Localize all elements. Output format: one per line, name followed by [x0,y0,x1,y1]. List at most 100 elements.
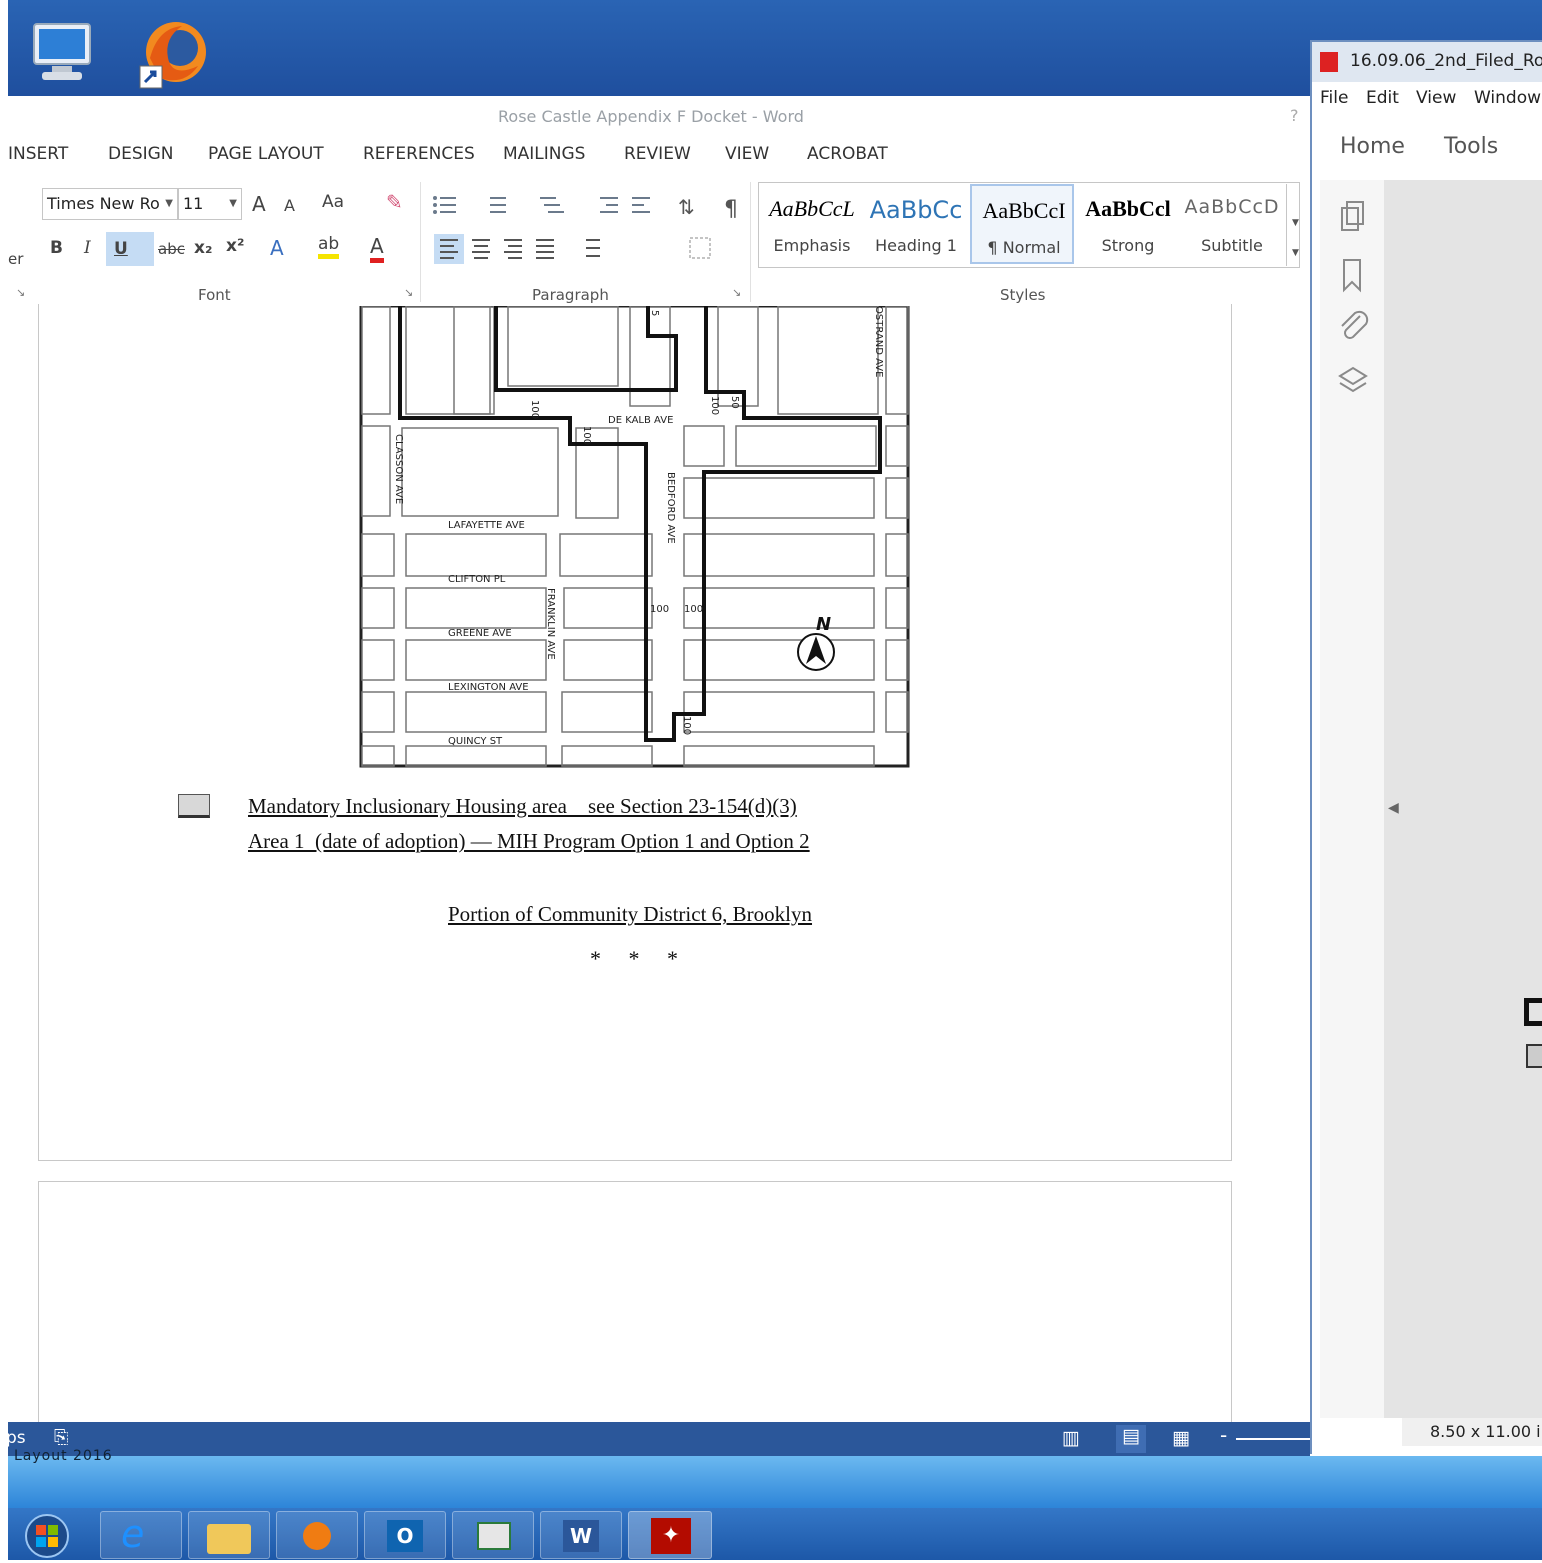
section-stars: * * * [590,946,678,971]
taskbar-word[interactable]: W [540,1511,622,1559]
app-icon [477,1522,511,1550]
print-layout-icon[interactable]: ▤ [1116,1425,1146,1453]
nav-home[interactable]: Home [1340,134,1405,159]
paragraph-launcher-icon[interactable]: ↘ [732,286,741,299]
menu-edit[interactable]: Edit [1366,88,1399,108]
tab-acrobat[interactable]: ACROBAT [807,144,888,164]
tab-references[interactable]: REFERENCES [363,144,475,164]
change-case-button[interactable]: Aa [322,192,344,212]
svg-text:FRANKLIN AVE: FRANKLIN AVE [545,588,556,660]
style-name: Emphasis [773,236,851,255]
pdf-content-fragment [1526,1044,1542,1068]
style-name: Strong [1101,236,1155,255]
highlight-button[interactable]: ab [318,234,340,259]
nav-tools[interactable]: Tools [1444,134,1498,159]
font-color-button[interactable]: A [370,234,384,263]
italic-button[interactable]: I [84,238,91,258]
tab-insert[interactable]: INSERT [8,144,68,164]
svg-text:LAFAYETTE AVE: LAFAYETTE AVE [448,520,525,531]
desktop-wallpaper-band: Layout 2016 [0,1448,1542,1508]
style-name: ¶ Normal [987,238,1061,257]
taskbar-internet-explorer[interactable]: e [100,1511,182,1559]
tab-view[interactable]: VIEW [725,144,769,164]
strikethrough-button[interactable]: abc [158,240,185,258]
tab-mailings[interactable]: MAILINGS [503,144,585,164]
acrobat-document-pane: ◀ [1384,180,1542,1418]
acrobat-nav: Home Tools [1320,114,1542,181]
taskbar-outlook[interactable]: O [364,1511,446,1559]
shrink-font-button[interactable]: A [284,196,295,215]
pdf-file-icon [1320,52,1338,72]
font-size-value: 11 [183,194,204,213]
tab-review[interactable]: REVIEW [624,144,691,164]
svg-text:QUINCY ST: QUINCY ST [448,736,503,747]
clipboard-launcher-icon[interactable]: ↘ [16,286,25,299]
word-title: Rose Castle Appendix F Docket - Word [498,107,804,126]
zoom-slider[interactable] [1236,1438,1310,1440]
font-launcher-icon[interactable]: ↘ [404,286,413,299]
more-styles-icon[interactable]: ▼ [1292,248,1299,258]
style-sample: AaBbCcl [1085,196,1171,221]
start-button[interactable] [18,1511,76,1559]
tab-design[interactable]: DESIGN [108,144,174,164]
clear-formatting-icon[interactable]: ✎ [386,190,403,214]
taskbar-explorer[interactable] [188,1511,270,1559]
subscript-button[interactable]: x₂ [194,238,212,258]
underline-button[interactable]: U [106,232,154,266]
style-normal[interactable]: AaBbCcI ¶ Normal [970,184,1074,264]
clipboard-stub: er [8,250,24,268]
menu-file[interactable]: File [1320,88,1348,108]
svg-text:100: 100 [529,400,540,419]
zoning-map: DE KALB AVE LAFAYETTE AVE CLIFTON PL GRE… [359,306,910,768]
zoom-out-button[interactable]: - [1220,1423,1227,1447]
map-frame [359,306,910,768]
taskbar-media-player[interactable] [276,1511,358,1559]
style-sample: AaBbCcI [982,198,1066,223]
menu-window[interactable]: Window [1474,88,1541,108]
attachment-icon [1341,310,1369,339]
taskbar-acrobat[interactable]: ✦ [628,1511,712,1559]
status-left-text: ps [6,1428,26,1448]
style-sample: AaBbCc [869,196,963,224]
style-emphasis[interactable]: AaBbCcL Emphasis [760,184,864,264]
svg-text:¶: ¶ [724,197,738,222]
font-name-box[interactable]: Times New Ro ▼ [42,188,178,220]
acrobat-titlebar: 16.09.06_2nd_Filed_Rose [1312,42,1542,82]
grow-font-button[interactable]: A [252,192,266,216]
svg-text:DE KALB AVE: DE KALB AVE [608,415,673,426]
ribbon-tabs: INSERT DESIGN PAGE LAYOUT REFERENCES MAI… [8,136,1310,170]
paragraph-group-label: Paragraph [532,286,609,304]
acrobat-title: 16.09.06_2nd_Filed_Rose [1350,51,1542,71]
font-name-value: Times New Ro [47,194,160,213]
chevron-down-icon[interactable]: ▼ [1292,218,1299,228]
svg-text:100: 100 [681,716,692,735]
font-size-box[interactable]: 11 ▼ [178,188,242,220]
style-strong[interactable]: AaBbCcl Strong [1076,184,1180,264]
media-player-icon [303,1522,331,1550]
taskbar-app[interactable] [452,1511,534,1559]
menu-view[interactable]: View [1416,88,1456,108]
computer-desktop-icon[interactable] [28,20,98,90]
text-effects-button[interactable]: A [270,236,284,260]
proofing-icon[interactable]: ⎘ [54,1427,68,1448]
help-button[interactable]: ? [1290,106,1299,125]
bold-button[interactable]: B [50,238,63,258]
firefox-desktop-icon[interactable] [138,18,208,89]
map-caption: Portion of Community District 6, Brookly… [448,902,813,926]
paragraph-tools-icons[interactable]: ⇅ ¶ [428,188,758,272]
superscript-button[interactable]: x² [226,236,244,256]
ribbon: er ↘ Times New Ro ▼ 11 ▼ A A Aa ✎ B I U ab… [8,174,1310,307]
bookmark-icon [1343,259,1361,293]
read-mode-icon[interactable]: ▥ [1062,1427,1080,1449]
ribbon-separator [420,182,421,302]
font-group-label: Font [198,286,231,304]
web-layout-icon[interactable]: ▦ [1172,1427,1190,1449]
styles-group-label: Styles [1000,286,1046,304]
style-heading-1[interactable]: AaBbCc Heading 1 [864,184,968,264]
wallpaper-text: Layout 2016 [14,1448,113,1464]
style-subtitle[interactable]: AaBbCcD Subtitle [1180,184,1284,264]
styles-scroll[interactable]: ▼ ▼ [1286,184,1305,266]
collapse-panel-icon[interactable]: ◀ [1388,800,1399,816]
tab-page-layout[interactable]: PAGE LAYOUT [208,144,324,164]
legend-line-2: Area 1 (date of adoption) — MIH Program … [248,829,810,853]
